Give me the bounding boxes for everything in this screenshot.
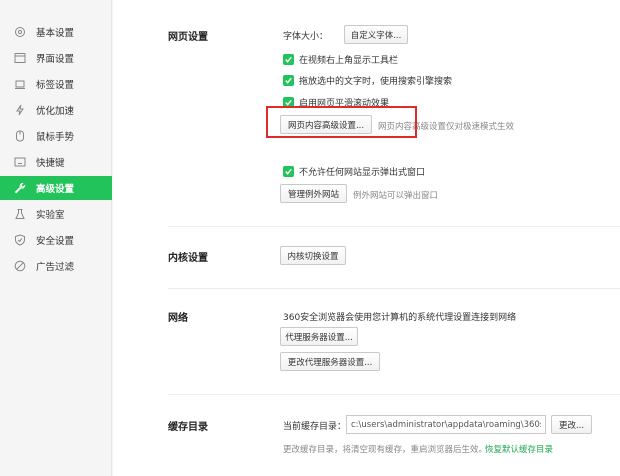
sidebar-item-label: 安全设置	[36, 236, 75, 247]
sidebar-item-security[interactable]: 安全设置	[0, 228, 112, 252]
section-divider	[168, 226, 620, 227]
sidebar-item-advanced-settings[interactable]: 高级设置	[0, 176, 112, 200]
settings-content: 网页设置 字体大小： 自定义字体... 在视频右上角显示工具栏 拖放选中的文字时…	[113, 0, 620, 476]
sidebar-item-label: 优化加速	[36, 106, 75, 117]
current-cache-label: 当前缓存目录：	[283, 422, 347, 432]
check-icon	[285, 77, 292, 84]
section-title-cache: 缓存目录	[168, 422, 208, 433]
section-title-network: 网络	[168, 313, 188, 324]
sidebar-item-label: 实验室	[36, 210, 65, 221]
change-cache-button[interactable]: 更改...	[551, 415, 592, 434]
settings-sidebar: 基本设置 界面设置 标签设置 优化加速 鼠标手势 快捷键 高级设置 实验室 安全…	[0, 0, 112, 476]
sidebar-item-mouse-gestures[interactable]: 鼠标手势	[0, 124, 112, 148]
checkbox[interactable]	[283, 165, 294, 177]
sidebar-item-label: 标签设置	[36, 80, 75, 91]
sidebar-item-label: 高级设置	[36, 184, 75, 195]
sidebar-item-label: 广告过滤	[36, 262, 75, 273]
option-label: 不允许任何网站显示弹出式窗口	[299, 167, 426, 178]
section-title-webpage: 网页设置	[168, 32, 208, 43]
sidebar-item-label: 基本设置	[36, 28, 75, 39]
manage-exceptions-button[interactable]: 管理例外网站	[280, 184, 347, 203]
proxy-settings-button[interactable]: 代理服务器设置...	[280, 327, 358, 346]
kernel-switch-button[interactable]: 内核切换设置	[280, 246, 346, 265]
checkbox[interactable]	[283, 96, 294, 108]
option-label: 在视频右上角显示工具栏	[299, 55, 399, 66]
option-video-toolbar[interactable]: 在视频右上角显示工具栏	[283, 52, 398, 66]
checkbox[interactable]	[283, 53, 294, 65]
network-description: 360安全浏览器会使用您计算机的系统代理设置连接到网络	[283, 313, 517, 323]
sidebar-item-label: 快捷键	[36, 158, 65, 169]
sidebar-item-tab-settings[interactable]: 标签设置	[0, 72, 112, 96]
section-divider	[168, 394, 620, 395]
option-label: 启用网页平滑滚动效果	[299, 98, 390, 109]
flask-icon	[14, 208, 26, 220]
option-drag-search[interactable]: 拖放选中的文字时，使用搜索引擎搜索	[283, 73, 452, 87]
cache-hint: 更改缓存目录，将清空现有缓存，重启浏览器后生效。	[283, 445, 488, 455]
gear-icon	[14, 26, 26, 38]
check-icon	[285, 168, 292, 175]
check-icon	[285, 99, 292, 106]
check-icon	[285, 56, 292, 63]
lightning-icon	[14, 104, 26, 116]
wrench-icon	[14, 182, 26, 194]
sidebar-item-lab[interactable]: 实验室	[0, 202, 112, 226]
shield-icon	[14, 234, 26, 246]
sidebar-item-label: 界面设置	[36, 54, 75, 65]
sidebar-item-interface-settings[interactable]: 界面设置	[0, 46, 112, 70]
option-block-popups[interactable]: 不允许任何网站显示弹出式窗口	[283, 164, 425, 178]
tab-icon	[14, 78, 26, 90]
option-smooth-scroll[interactable]: 启用网页平滑滚动效果	[283, 95, 389, 109]
advanced-content-settings-button[interactable]: 网页内容高级设置...	[280, 115, 372, 134]
section-title-kernel: 内核设置	[168, 253, 208, 264]
sidebar-item-shortcuts[interactable]: 快捷键	[0, 150, 112, 174]
exceptions-hint: 例外网站可以弹出窗口	[353, 191, 439, 201]
custom-font-button[interactable]: 自定义字体...	[344, 25, 408, 44]
block-icon	[14, 260, 26, 272]
checkbox[interactable]	[283, 74, 294, 86]
cache-path-input[interactable]	[346, 415, 546, 434]
mouse-icon	[14, 130, 26, 142]
advanced-settings-hint: 网页内容高级设置仅对极速模式生效	[378, 122, 515, 132]
sidebar-item-ad-filter[interactable]: 广告过滤	[0, 254, 112, 278]
keyboard-icon	[14, 156, 26, 168]
change-proxy-settings-button[interactable]: 更改代理服务器设置...	[280, 352, 380, 371]
restore-default-cache-link[interactable]: 恢复默认缓存目录	[485, 443, 553, 455]
sidebar-item-label: 鼠标手势	[36, 132, 75, 143]
window-icon	[14, 52, 26, 64]
section-divider	[168, 288, 620, 289]
option-label: 拖放选中的文字时，使用搜索引擎搜索	[299, 76, 453, 87]
sidebar-item-basic-settings[interactable]: 基本设置	[0, 20, 112, 44]
font-size-label: 字体大小：	[283, 32, 329, 42]
sidebar-item-optimize[interactable]: 优化加速	[0, 98, 112, 122]
